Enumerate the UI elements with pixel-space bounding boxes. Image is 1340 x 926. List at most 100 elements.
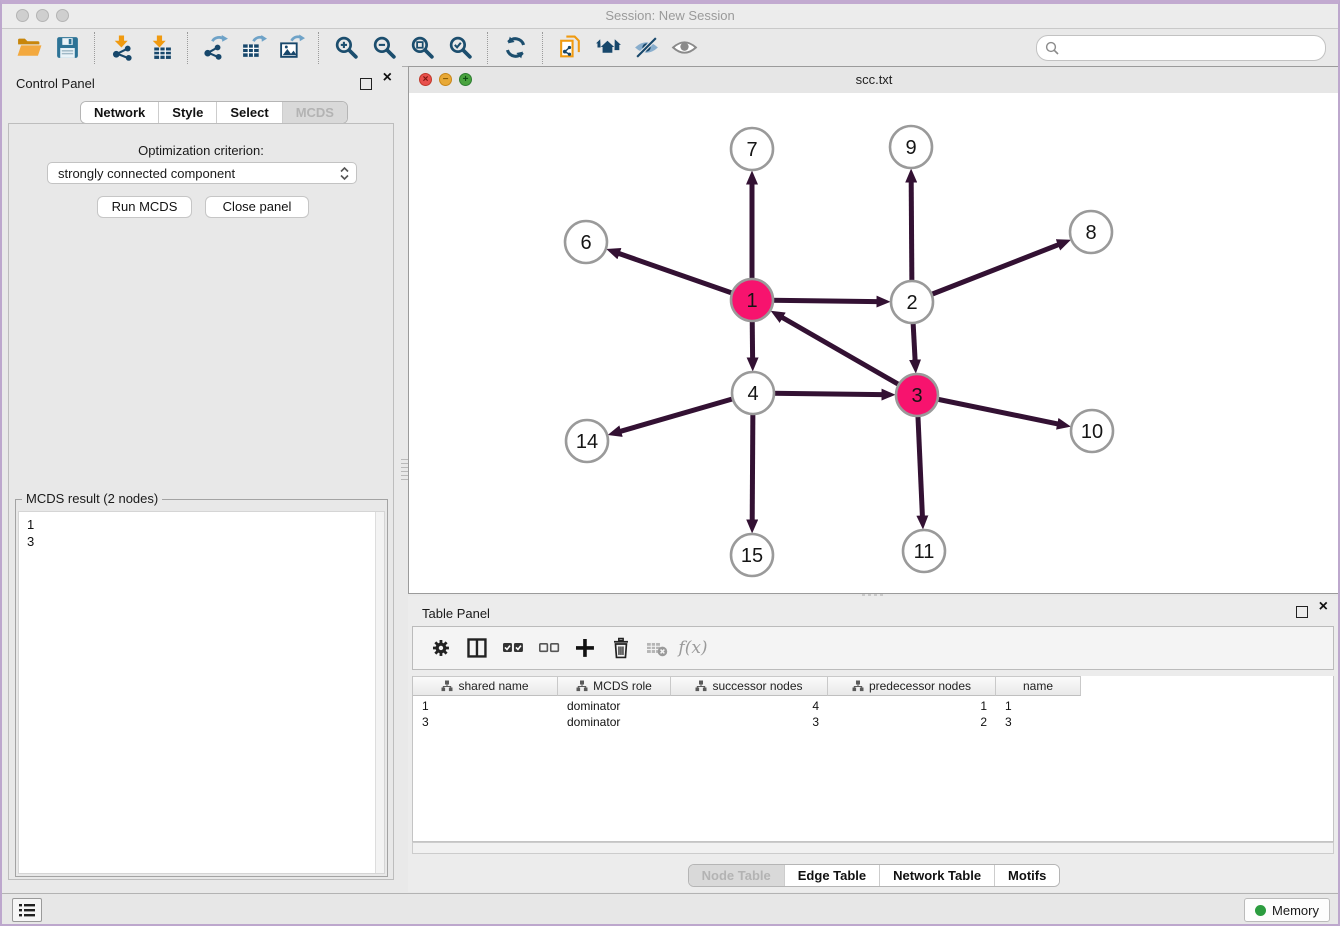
hide-selected-button[interactable] [627, 32, 665, 64]
tab-edge-table[interactable]: Edge Table [784, 865, 879, 886]
float-panel-icon[interactable] [360, 78, 372, 90]
graph-node-7[interactable]: 7 [731, 128, 773, 170]
search-box [1036, 35, 1326, 61]
column-header-MCDS-role[interactable]: MCDS role [558, 676, 671, 696]
copy-style-button[interactable] [551, 32, 589, 64]
column-header-predecessor-nodes[interactable]: predecessor nodes [828, 676, 996, 696]
table-cell-shared_name[interactable]: 1 [413, 698, 558, 714]
table-hscrollbar[interactable] [412, 842, 1334, 854]
column-type-icon [852, 680, 864, 692]
table-float-icon[interactable] [1296, 606, 1308, 618]
os-titlebar: Session: New Session [2, 4, 1338, 29]
column-label: shared name [458, 679, 528, 693]
table-cell-successor_nodes[interactable]: 4 [671, 698, 828, 714]
table-cell-mcds_role[interactable]: dominator [558, 714, 671, 730]
zoom-selected-button[interactable] [441, 32, 479, 64]
memory-status-icon [1255, 905, 1266, 916]
graph-node-11[interactable]: 11 [903, 530, 945, 572]
settings-button[interactable] [423, 631, 459, 665]
tab-node-table[interactable]: Node Table [689, 865, 784, 886]
zoom-out-button[interactable] [365, 32, 403, 64]
select-all-button[interactable] [495, 631, 531, 665]
table-cell-name[interactable]: 1 [996, 698, 1081, 714]
columns-icon [465, 636, 489, 660]
svg-text:15: 15 [741, 545, 763, 567]
add-row-button[interactable] [567, 631, 603, 665]
column-label: successor nodes [712, 679, 802, 693]
graph-edge-2-8[interactable] [912, 245, 1058, 302]
close-panel-icon[interactable]: × [383, 70, 392, 86]
export-table-button[interactable] [234, 32, 272, 64]
result-scrollbar[interactable] [375, 512, 384, 873]
import-network-icon [109, 34, 136, 61]
toolbar-group [2, 32, 94, 64]
svg-text:2: 2 [906, 292, 917, 314]
memory-label: Memory [1272, 903, 1319, 918]
graph-node-2[interactable]: 2 [891, 281, 933, 323]
control-panel: Control Panel × NetworkStyleSelectMCDS O… [2, 66, 402, 896]
zoom-fit-button[interactable] [403, 32, 441, 64]
search-input[interactable] [1064, 38, 1325, 58]
first-neighbors-button[interactable] [589, 32, 627, 64]
tab-select[interactable]: Select [216, 102, 281, 123]
close-panel-button[interactable]: Close panel [205, 196, 309, 218]
import-network-button[interactable] [103, 32, 141, 64]
toolbar-group [188, 32, 318, 64]
run-mcds-button[interactable]: Run MCDS [97, 196, 192, 218]
table-cell-predecessor_nodes[interactable]: 2 [828, 714, 996, 730]
graph-node-4[interactable]: 4 [732, 372, 774, 414]
application-window: Session: New Session Control Panel × Net… [0, 0, 1340, 926]
tab-style[interactable]: Style [158, 102, 216, 123]
columns-button[interactable] [459, 631, 495, 665]
tab-mcds[interactable]: MCDS [282, 102, 347, 123]
toolbar-group [488, 32, 542, 64]
vertical-splitter-handle[interactable] [401, 456, 408, 482]
show-all-button[interactable] [665, 32, 703, 64]
table-close-icon[interactable]: × [1319, 599, 1328, 615]
table-tabs-strip: Node TableEdge TableNetwork TableMotifs [408, 858, 1340, 892]
network-canvas[interactable]: 7 9 6 8 1 2 4 3 14 10 15 11 [409, 93, 1339, 593]
graph-edge-3-1[interactable] [782, 318, 917, 396]
criterion-dropdown[interactable]: strongly connected component [47, 162, 357, 184]
graph-node-8[interactable]: 8 [1070, 211, 1112, 253]
graph-node-3[interactable]: 3 [896, 374, 938, 416]
table-row-1: 1dominator411 [413, 698, 1081, 714]
tab-network[interactable]: Network [81, 102, 158, 123]
column-header-successor-nodes[interactable]: successor nodes [671, 676, 828, 696]
save-session-icon [54, 34, 81, 61]
svg-text:14: 14 [576, 431, 598, 453]
open-file-button[interactable] [10, 32, 48, 64]
delete-row-button[interactable] [603, 631, 639, 665]
graph-node-15[interactable]: 15 [731, 534, 773, 576]
graph-node-14[interactable]: 14 [566, 420, 608, 462]
tab-network-table[interactable]: Network Table [879, 865, 994, 886]
column-header-shared-name[interactable]: shared name [413, 676, 558, 696]
refresh-layout-button[interactable] [496, 32, 534, 64]
svg-text:1: 1 [746, 290, 757, 312]
table-cell-successor_nodes[interactable]: 3 [671, 714, 828, 730]
import-table-button[interactable] [141, 32, 179, 64]
graph-node-1[interactable]: 1 [731, 279, 773, 321]
deselect-all-button[interactable] [531, 631, 567, 665]
graph-node-9[interactable]: 9 [890, 126, 932, 168]
table-cell-predecessor_nodes[interactable]: 1 [828, 698, 996, 714]
table-cell-shared_name[interactable]: 3 [413, 714, 558, 730]
table-cell-name[interactable]: 3 [996, 714, 1081, 730]
svg-text:4: 4 [747, 383, 758, 405]
table-row-3: 3dominator323 [413, 714, 1081, 730]
task-history-button[interactable] [12, 898, 42, 922]
memory-button[interactable]: Memory [1244, 898, 1330, 922]
export-image-button[interactable] [272, 32, 310, 64]
mcds-result-area[interactable]: 1 3 [18, 511, 385, 874]
deselect-all-icon [537, 636, 561, 660]
graph-node-6[interactable]: 6 [565, 221, 607, 263]
table-cell-mcds_role[interactable]: dominator [558, 698, 671, 714]
tab-motifs[interactable]: Motifs [994, 865, 1059, 886]
export-network-button[interactable] [196, 32, 234, 64]
zoom-in-button[interactable] [327, 32, 365, 64]
column-header-name[interactable]: name [996, 676, 1081, 696]
column-label: predecessor nodes [869, 679, 971, 693]
save-session-button[interactable] [48, 32, 86, 64]
show-all-icon [671, 34, 698, 61]
graph-node-10[interactable]: 10 [1071, 410, 1113, 452]
